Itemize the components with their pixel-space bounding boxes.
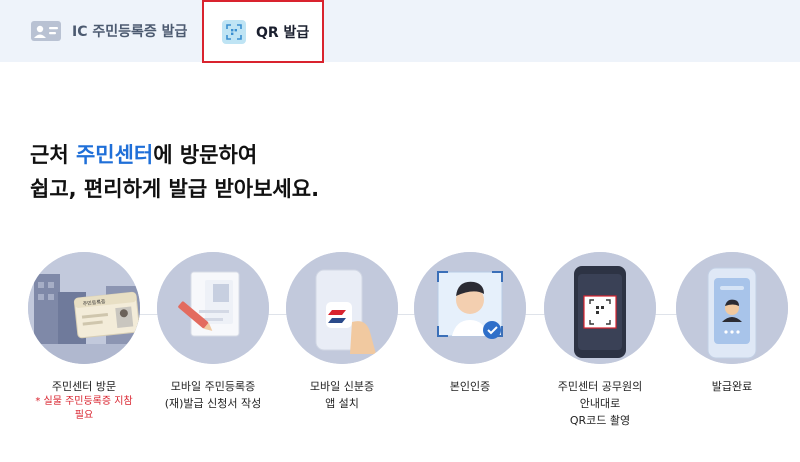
- step-label-line: 모바일 신분증: [309, 380, 375, 393]
- step-label: 모바일 신분증 앱 설치: [277, 378, 407, 412]
- phone-app-icon: [286, 252, 398, 364]
- step-illustration: [676, 252, 788, 364]
- step-scan-qr: 주민센터 공무원의 안내대로 QR코드 촬영: [535, 252, 665, 429]
- step-label: 주민센터 방문 * 실물 주민등록증 지참 필요: [19, 378, 149, 423]
- step-note-line: 필요: [74, 410, 94, 421]
- step-label-line: 모바일 주민등록증: [170, 380, 256, 393]
- mobile-id-card-icon: [676, 252, 788, 364]
- building-id-card-icon: 주민등록증: [28, 252, 140, 364]
- step-label-line: 주민센터 공무원의: [557, 380, 643, 393]
- step-write-application: 모바일 주민등록증 (재)발급 신청서 작성: [148, 252, 278, 412]
- step-label-line: 안내대로: [579, 397, 621, 410]
- tab-ic-label: IC 주민등록증 발급: [72, 24, 188, 40]
- headline-highlight: 주민센터: [75, 143, 154, 167]
- step-illustration: [286, 252, 398, 364]
- phone-qr-icon: [544, 252, 656, 364]
- tab-bar: IC 주민등록증 발급 QR 발급: [0, 0, 800, 63]
- step-illustration: [544, 252, 656, 364]
- step-note-line: * 실물 주민등록증 지참: [35, 396, 133, 407]
- step-illustration: [414, 252, 526, 364]
- headline-post: 에 방문하여: [153, 143, 258, 167]
- step-label: 본인인증: [405, 378, 535, 395]
- tab-ic-id-issue[interactable]: IC 주민등록증 발급: [0, 0, 202, 62]
- step-illustration: [157, 252, 269, 364]
- step-visit-center: 주민등록증 주민센터 방문 * 실물 주민등록증 지참 필요: [19, 252, 149, 423]
- step-label: 발급완료: [667, 378, 797, 395]
- qr-scan-icon: [222, 19, 246, 44]
- headline-pre: 근처: [30, 143, 76, 167]
- step-label-line: QR코드 촬영: [569, 414, 631, 427]
- page-headline: 근처 주민센터에 방문하여 쉽고, 편리하게 발급 받아보세요.: [30, 138, 319, 206]
- step-identity-verification: 본인인증: [405, 252, 535, 395]
- step-label-line: (재)발급 신청서 작성: [164, 397, 262, 410]
- step-label-line: 앱 설치: [325, 397, 359, 410]
- face-verified-icon: [414, 252, 526, 364]
- step-label: 주민센터 공무원의 안내대로 QR코드 촬영: [535, 378, 665, 429]
- step-label: 모바일 주민등록증 (재)발급 신청서 작성: [148, 378, 278, 412]
- step-label-line: 주민센터 방문: [51, 380, 117, 393]
- document-pen-icon: [157, 252, 269, 364]
- step-install-app: 모바일 신분증 앱 설치: [277, 252, 407, 412]
- step-illustration: 주민등록증: [28, 252, 140, 364]
- headline-line-1: 근처 주민센터에 방문하여: [30, 138, 319, 172]
- tab-qr-label: QR 발급: [256, 24, 310, 41]
- headline-line-2: 쉽고, 편리하게 발급 받아보세요.: [30, 177, 320, 201]
- step-label-line: 발급완료: [711, 380, 753, 393]
- step-issue-complete: 발급완료: [667, 252, 797, 395]
- tab-qr-issue[interactable]: QR 발급: [202, 0, 324, 63]
- id-card-icon: [31, 21, 61, 41]
- step-label-line: 본인인증: [449, 380, 491, 393]
